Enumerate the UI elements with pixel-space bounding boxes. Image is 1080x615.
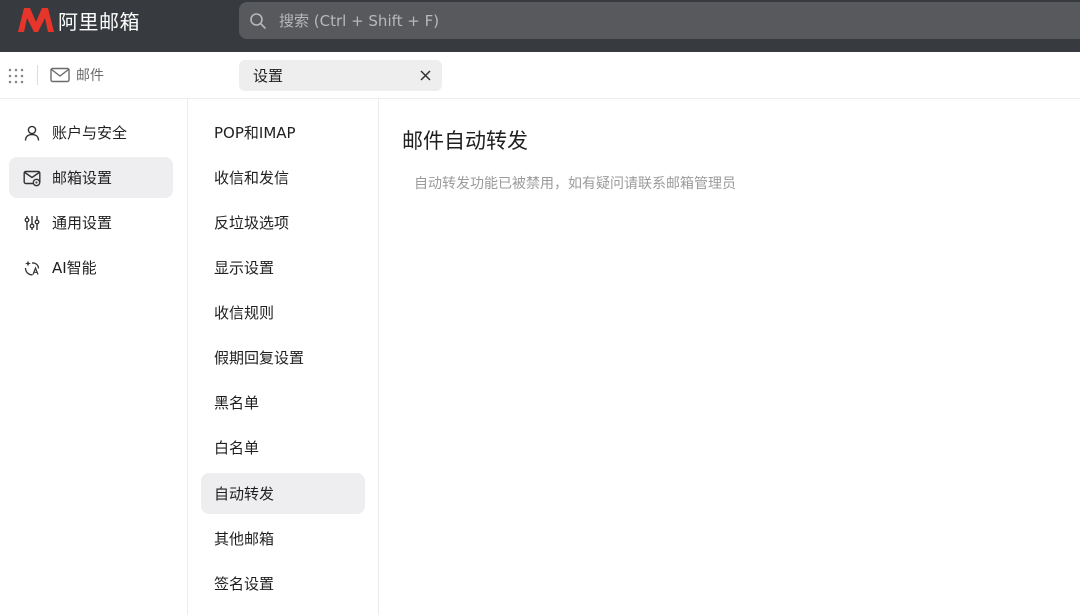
user-icon	[24, 125, 40, 141]
nav-item-general-settings[interactable]: 通用设置	[9, 202, 173, 243]
submenu-item-anti-spam[interactable]: 反垃圾选项	[201, 202, 365, 243]
mailbox-settings-icon	[23, 170, 41, 186]
submenu-item-send-receive[interactable]: 收信和发信	[201, 157, 365, 198]
tab-settings-label: 设置	[253, 67, 284, 85]
tab-bar: 邮件 设置	[0, 52, 1080, 99]
nav-item-ai[interactable]: AI智能	[9, 247, 173, 288]
search-bar[interactable]	[239, 2, 1080, 39]
nav-item-mailbox-settings[interactable]: 邮箱设置	[9, 157, 173, 198]
brand-logo[interactable]: 阿里邮箱	[16, 6, 140, 34]
submenu-item-label: 其他邮箱	[214, 530, 275, 548]
ai-sparkle-icon	[24, 260, 40, 275]
grid-icon[interactable]	[8, 68, 24, 84]
submenu-item-label: 显示设置	[214, 259, 275, 277]
submenu-item-label: 签名设置	[214, 575, 275, 593]
sliders-icon	[24, 215, 40, 230]
tab-settings[interactable]: 设置	[239, 60, 442, 91]
submenu-item-vacation-reply[interactable]: 假期回复设置	[201, 337, 365, 378]
disabled-notice: 自动转发功能已被禁用，如有疑问请联系邮箱管理员	[414, 176, 736, 192]
nav-item-label: 通用设置	[52, 214, 113, 232]
mailbox-settings-submenu: POP和IMAP 收信和发信 反垃圾选项 显示设置 收信规则 假期回复设置 黑名…	[188, 99, 379, 615]
submenu-item-label: POP和IMAP	[214, 124, 296, 142]
mail-icon	[50, 67, 70, 83]
submenu-item-display[interactable]: 显示设置	[201, 247, 365, 288]
settings-content-panel: 邮件自动转发 自动转发功能已被禁用，如有疑问请联系邮箱管理员	[380, 99, 1080, 615]
top-header: 阿里邮箱	[0, 0, 1080, 52]
tab-divider	[37, 65, 38, 85]
brand-name: 阿里邮箱	[58, 9, 140, 34]
submenu-item-label: 自动转发	[214, 485, 275, 503]
nav-item-label: 账户与安全	[52, 124, 128, 142]
submenu-item-label: 收信和发信	[214, 169, 290, 187]
close-icon[interactable]	[419, 69, 432, 82]
submenu-item-rules[interactable]: 收信规则	[201, 292, 365, 333]
nav-item-account-security[interactable]: 账户与安全	[9, 112, 173, 153]
tab-mail[interactable]: 邮件	[50, 64, 104, 86]
submenu-item-label: 反垃圾选项	[214, 214, 290, 232]
page-title: 邮件自动转发	[402, 129, 528, 153]
settings-category-nav: 账户与安全 邮箱设置 通用设置 AI智能	[0, 99, 188, 615]
nav-item-label: AI智能	[52, 259, 97, 277]
submenu-item-auto-forward[interactable]: 自动转发	[201, 473, 365, 514]
submenu-item-blacklist[interactable]: 黑名单	[201, 382, 365, 423]
submenu-item-whitelist[interactable]: 白名单	[201, 427, 365, 468]
submenu-item-label: 收信规则	[214, 304, 275, 322]
nav-item-label: 邮箱设置	[52, 169, 113, 187]
search-icon[interactable]	[249, 12, 267, 30]
submenu-item-label: 黑名单	[214, 394, 260, 412]
search-input[interactable]	[279, 11, 979, 30]
submenu-item-signature[interactable]: 签名设置	[201, 563, 365, 604]
submenu-item-label: 假期回复设置	[214, 349, 305, 367]
logo-mark-icon	[18, 8, 54, 32]
tab-mail-label: 邮件	[76, 68, 104, 84]
submenu-item-label: 白名单	[214, 439, 260, 457]
submenu-item-other-mailbox[interactable]: 其他邮箱	[201, 518, 365, 559]
submenu-item-pop-imap[interactable]: POP和IMAP	[201, 112, 365, 153]
